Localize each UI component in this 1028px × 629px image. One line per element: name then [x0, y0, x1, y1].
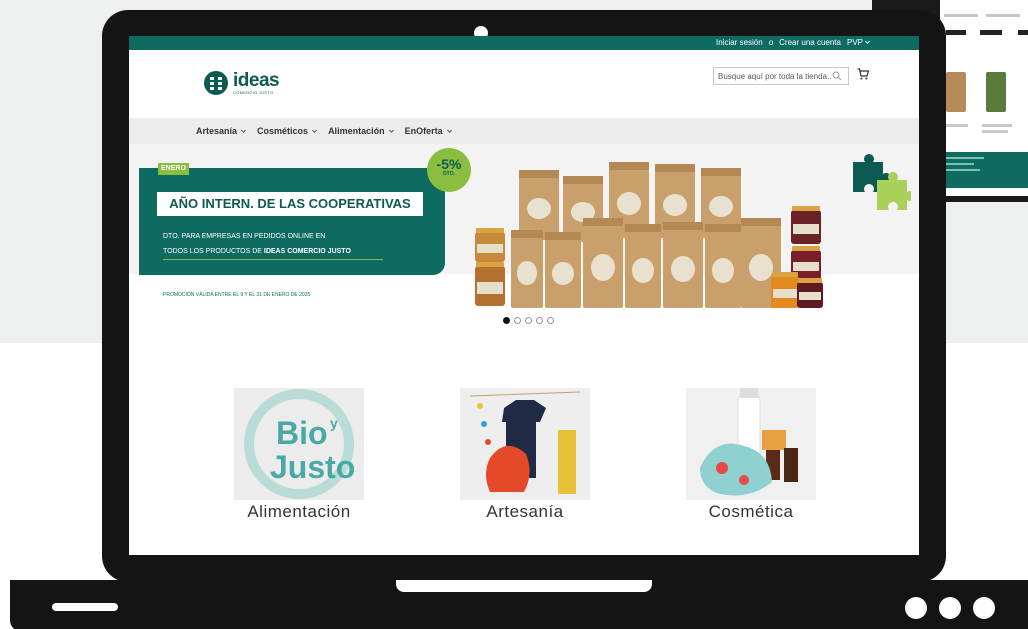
category-image-alimentacion: Bio y Justo — [234, 388, 364, 500]
bio-y-justo-logo-text: y — [330, 415, 338, 431]
logo-subtitle: COMERCIO JUSTO — [233, 90, 274, 95]
chevron-down-icon — [312, 129, 317, 133]
tablet-text-line — [944, 124, 968, 127]
price-mode-dropdown[interactable]: PVP — [847, 38, 871, 47]
site-header: ideas COMERCIO JUSTO — [129, 50, 919, 118]
hero-title: AÑO INTERN. DE LAS COOPERATIVAS — [157, 192, 423, 216]
nav-item-enoferta[interactable]: EnOferta — [405, 126, 453, 136]
top-bar: Iniciar sesión o Crear una cuenta PVP — [129, 36, 919, 50]
chevron-down-icon — [446, 129, 452, 133]
tablet-text-line — [982, 130, 1008, 133]
login-link[interactable]: Iniciar sesión — [716, 38, 763, 47]
nav-item-artesania[interactable]: Artesanía — [196, 126, 247, 136]
product-bag — [583, 218, 623, 308]
nav-item-alimentacion[interactable]: Alimentación — [328, 126, 395, 136]
tablet-footer-line — [944, 157, 984, 159]
discount-badge: -5% DTO. — [427, 148, 471, 192]
hero-text-line-2: TODOS LOS PRODUCTOS DE IDEAS COMERCIO JU… — [163, 248, 351, 255]
product-jar — [475, 262, 505, 306]
site-logo[interactable]: ideas COMERCIO JUSTO — [203, 70, 280, 96]
nav-item-cosmeticos[interactable]: Cosméticos — [257, 126, 318, 136]
tablet-button — [946, 30, 966, 35]
product-bag — [545, 232, 581, 308]
category-alimentacion[interactable]: Bio y Justo Alimentación — [234, 388, 364, 521]
product-bag — [511, 230, 543, 308]
discount-label: DTO. — [443, 171, 455, 177]
laptop-notch — [396, 580, 652, 592]
tablet-product-image — [946, 72, 966, 112]
account-links: Iniciar sesión o Crear una cuenta PVP — [716, 38, 871, 47]
cart-icon[interactable] — [857, 68, 869, 80]
category-cosmetica[interactable]: Cosmética — [686, 388, 816, 521]
category-label: Alimentación — [247, 502, 351, 521]
chevron-down-icon — [865, 40, 870, 44]
tablet-footer-line — [944, 169, 980, 171]
hero-underline — [163, 259, 383, 260]
tablet-footer — [940, 152, 1028, 188]
tablet-text-line — [986, 14, 1020, 17]
search-icon[interactable] — [832, 71, 842, 81]
product-jar — [475, 228, 505, 262]
product-bag — [625, 224, 661, 308]
carousel-dots — [503, 317, 554, 324]
product-jar — [797, 278, 823, 308]
ideas-logo-icon — [204, 71, 228, 95]
chevron-down-icon — [388, 129, 394, 133]
nav-item-label: Artesanía — [196, 126, 238, 136]
tablet-button — [1018, 30, 1028, 35]
register-link[interactable]: Crear una cuenta — [779, 38, 841, 47]
nav-item-label: Alimentación — [328, 126, 385, 136]
category-artesania[interactable]: Artesanía — [460, 388, 590, 521]
laptop-dot-icon — [905, 597, 927, 619]
carousel-dot[interactable] — [525, 317, 532, 324]
carousel-dot[interactable] — [503, 317, 510, 324]
tablet-text-line — [944, 14, 978, 17]
product-bag — [663, 222, 703, 308]
laptop-dot-icon — [939, 597, 961, 619]
tablet-screen — [940, 0, 1028, 196]
hero-text-brand: IDEAS COMERCIO JUSTO — [263, 248, 351, 255]
hero-products-image — [475, 158, 825, 308]
hero-banner[interactable]: ENERO AÑO INTERN. DE LAS COOPERATIVAS DT… — [129, 144, 919, 334]
bio-y-justo-logo-text: Justo — [270, 449, 355, 485]
hero-text-prefix: TODOS LOS PRODUCTOS DE — [163, 248, 262, 255]
puzzle-icon — [853, 154, 911, 210]
promo-validity-text: PROMOCIÓN VÁLIDA ENTRE EL 9 Y EL 31 DE E… — [163, 292, 311, 298]
carousel-dot[interactable] — [547, 317, 554, 324]
carousel-dot[interactable] — [536, 317, 543, 324]
discount-value: -5% — [436, 156, 462, 172]
hero-text-line-1: DTO. PARA EMPRESAS EN PEDIDOS ONLINE EN — [163, 233, 326, 240]
laptop-base-bar — [52, 603, 118, 611]
month-badge: ENERO — [158, 163, 189, 175]
search-input[interactable] — [714, 71, 832, 81]
product-jar — [771, 272, 799, 308]
or-separator: o — [768, 38, 774, 47]
bio-y-justo-logo-text: Bio — [276, 415, 328, 451]
laptop-dot-icon — [973, 597, 995, 619]
tablet-text-line — [982, 124, 1012, 127]
product-bag — [705, 224, 741, 308]
search-box — [713, 67, 849, 85]
carousel-dot[interactable] — [514, 317, 521, 324]
chevron-down-icon — [241, 129, 246, 133]
price-mode-label: PVP — [846, 38, 863, 47]
product-jar — [791, 206, 821, 244]
tablet-footer-line — [944, 163, 974, 165]
laptop-screen: Iniciar sesión o Crear una cuenta PVP id… — [129, 36, 919, 555]
tablet-product-image — [986, 72, 1006, 112]
bio-y-justo-logo-icon: Bio y Justo — [234, 388, 364, 500]
main-nav: Artesanía Cosméticos Alimentación EnOfer… — [129, 118, 919, 144]
nav-item-label: Cosméticos — [257, 126, 309, 136]
category-image-artesania — [460, 388, 590, 500]
tablet-button — [980, 30, 1002, 35]
logo-name: ideas — [233, 70, 280, 91]
category-label: Artesanía — [486, 502, 564, 521]
category-label: Cosmética — [708, 502, 794, 521]
category-image-cosmetica — [686, 388, 816, 500]
nav-item-label: EnOferta — [404, 126, 443, 136]
